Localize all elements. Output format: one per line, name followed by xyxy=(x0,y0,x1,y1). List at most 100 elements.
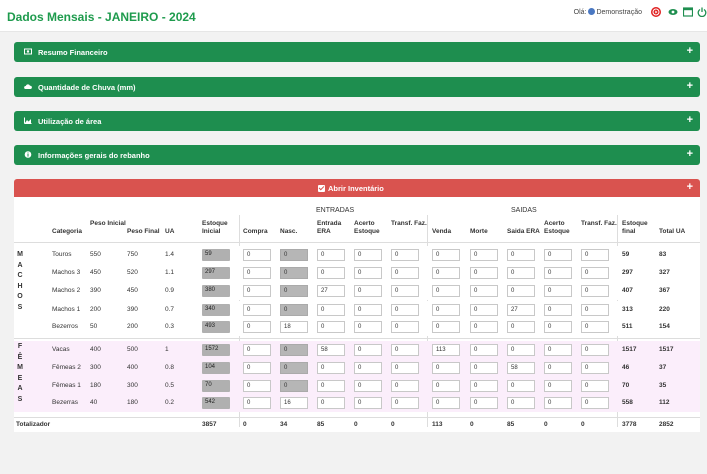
input-ac-in[interactable]: 0 xyxy=(354,249,382,261)
input-venda[interactable]: 0 xyxy=(432,249,460,261)
input-ent-era[interactable]: 0 xyxy=(317,362,345,374)
input-tf-out[interactable]: 0 xyxy=(581,397,609,409)
input-saida-era[interactable]: 0 xyxy=(507,249,535,261)
input-compra[interactable]: 0 xyxy=(243,267,271,279)
input-compra[interactable]: 0 xyxy=(243,397,271,409)
input-ac-out[interactable]: 0 xyxy=(544,249,572,261)
group-entradas: ENTRADAS xyxy=(316,207,355,214)
input-ac-in[interactable]: 0 xyxy=(354,362,382,374)
input-compra[interactable]: 0 xyxy=(243,362,271,374)
input-tf-out[interactable]: 0 xyxy=(581,321,609,333)
input-tf-out[interactable]: 0 xyxy=(581,304,609,316)
expand-plus-icon[interactable]: + xyxy=(687,181,693,193)
input-tf-in[interactable]: 0 xyxy=(391,344,419,356)
input-morte[interactable]: 0 xyxy=(470,397,498,409)
input-ac-in[interactable]: 0 xyxy=(354,321,382,333)
input-venda[interactable]: 0 xyxy=(432,267,460,279)
input-tf-in[interactable]: 0 xyxy=(391,304,419,316)
input-venda[interactable]: 0 xyxy=(432,285,460,297)
input-ent-era[interactable]: 0 xyxy=(317,267,345,279)
input-saida-era[interactable]: 27 xyxy=(507,304,535,316)
input-compra[interactable]: 0 xyxy=(243,321,271,333)
input-tf-out[interactable]: 0 xyxy=(581,249,609,261)
input-tf-out[interactable]: 0 xyxy=(581,344,609,356)
input-morte[interactable]: 0 xyxy=(470,321,498,333)
input-tf-in[interactable]: 0 xyxy=(391,285,419,297)
input-tf-in[interactable]: 0 xyxy=(391,397,419,409)
input-tf-out[interactable]: 0 xyxy=(581,267,609,279)
input-tf-in[interactable]: 0 xyxy=(391,249,419,261)
input-tf-in[interactable]: 0 xyxy=(391,380,419,392)
input-tf-out[interactable]: 0 xyxy=(581,285,609,297)
input-saida-era[interactable]: 0 xyxy=(507,321,535,333)
user-name[interactable]: Demonstração xyxy=(596,9,642,16)
input-ent-era[interactable]: 0 xyxy=(317,397,345,409)
input-saida-era[interactable]: 58 xyxy=(507,362,535,374)
input-ent-era[interactable]: 27 xyxy=(317,285,345,297)
input-compra[interactable]: 0 xyxy=(243,380,271,392)
input-ac-out[interactable]: 0 xyxy=(544,304,572,316)
panel-quantidade-chuva[interactable]: Quantidade de Chuva (mm) + xyxy=(14,77,700,97)
input-saida-era[interactable]: 0 xyxy=(507,397,535,409)
input-ac-out[interactable]: 0 xyxy=(544,321,572,333)
panel-utilizacao-area[interactable]: Utilização de área + xyxy=(14,111,700,131)
input-ac-in[interactable]: 0 xyxy=(354,397,382,409)
input-ac-in[interactable]: 0 xyxy=(354,380,382,392)
inventory-table: ENTRADAS SAIDAS Categoria Peso Inicial Pes… xyxy=(14,197,700,432)
input-saida-era[interactable]: 0 xyxy=(507,380,535,392)
input-ent-era[interactable]: 0 xyxy=(317,321,345,333)
input-ac-out[interactable]: 0 xyxy=(544,397,572,409)
input-morte[interactable]: 0 xyxy=(470,285,498,297)
input-venda[interactable]: 0 xyxy=(432,321,460,333)
input-tf-out[interactable]: 0 xyxy=(581,380,609,392)
input-morte[interactable]: 0 xyxy=(470,380,498,392)
input-ent-era[interactable]: 0 xyxy=(317,249,345,261)
input-venda[interactable]: 0 xyxy=(432,304,460,316)
input-ent-era[interactable]: 0 xyxy=(317,380,345,392)
eye-icon[interactable] xyxy=(668,7,678,17)
input-tf-in[interactable]: 0 xyxy=(391,321,419,333)
input-nasc[interactable]: 16 xyxy=(280,397,308,409)
input-tf-in[interactable]: 0 xyxy=(391,362,419,374)
input-morte[interactable]: 0 xyxy=(470,249,498,261)
input-venda[interactable]: 0 xyxy=(432,362,460,374)
power-red-icon[interactable] xyxy=(651,7,661,17)
input-morte[interactable]: 0 xyxy=(470,304,498,316)
input-ac-out[interactable]: 0 xyxy=(544,344,572,356)
power-icon[interactable] xyxy=(697,7,707,17)
input-compra[interactable]: 0 xyxy=(243,249,271,261)
input-tf-in[interactable]: 0 xyxy=(391,267,419,279)
input-morte[interactable]: 0 xyxy=(470,267,498,279)
input-venda[interactable]: 113 xyxy=(432,344,460,356)
input-ac-in[interactable]: 0 xyxy=(354,344,382,356)
input-ac-in[interactable]: 0 xyxy=(354,285,382,297)
abrir-inventario-button[interactable]: Abrir Inventário + xyxy=(14,179,700,197)
panel-resumo-financeiro[interactable]: Resumo Financeiro + xyxy=(14,42,700,62)
input-venda[interactable]: 0 xyxy=(432,397,460,409)
panel-informacoes-rebanho[interactable]: Informações gerais do rebanho + xyxy=(14,145,700,165)
input-compra[interactable]: 0 xyxy=(243,304,271,316)
input-ent-era[interactable]: 0 xyxy=(317,304,345,316)
input-compra[interactable]: 0 xyxy=(243,344,271,356)
input-ac-out[interactable]: 0 xyxy=(544,362,572,374)
input-morte[interactable]: 0 xyxy=(470,344,498,356)
window-icon[interactable] xyxy=(683,7,693,17)
input-tf-out[interactable]: 0 xyxy=(581,362,609,374)
input-saida-era[interactable]: 0 xyxy=(507,285,535,297)
input-ac-out[interactable]: 0 xyxy=(544,380,572,392)
expand-plus-icon[interactable]: + xyxy=(687,80,693,92)
input-ent-era[interactable]: 58 xyxy=(317,344,345,356)
input-ac-in[interactable]: 0 xyxy=(354,267,382,279)
expand-plus-icon[interactable]: + xyxy=(687,148,693,160)
input-nasc[interactable]: 18 xyxy=(280,321,308,333)
input-ac-out[interactable]: 0 xyxy=(544,267,572,279)
input-saida-era[interactable]: 0 xyxy=(507,344,535,356)
input-saida-era[interactable]: 0 xyxy=(507,267,535,279)
expand-plus-icon[interactable]: + xyxy=(687,114,693,126)
input-venda[interactable]: 0 xyxy=(432,380,460,392)
input-ac-in[interactable]: 0 xyxy=(354,304,382,316)
expand-plus-icon[interactable]: + xyxy=(687,45,693,57)
input-morte[interactable]: 0 xyxy=(470,362,498,374)
input-compra[interactable]: 0 xyxy=(243,285,271,297)
input-ac-out[interactable]: 0 xyxy=(544,285,572,297)
